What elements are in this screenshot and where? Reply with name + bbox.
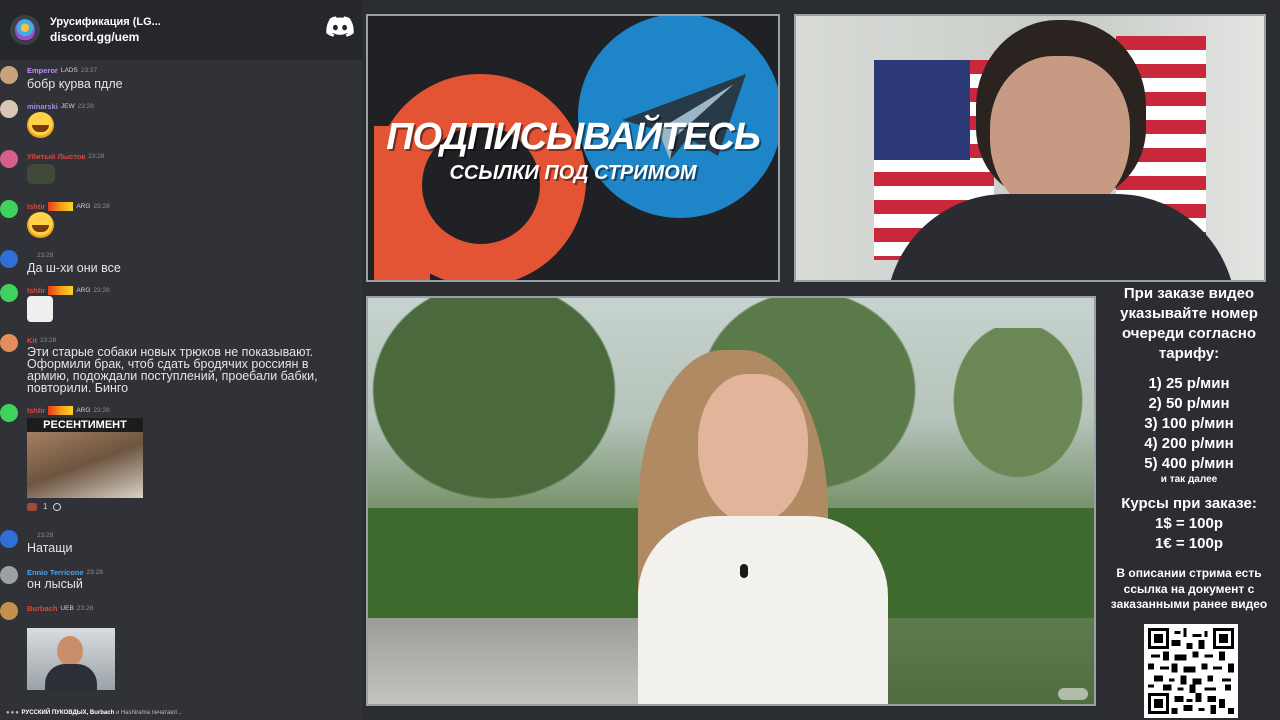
timestamp: 23:28 [40,337,57,344]
subscribe-banner: ПОДПИСЫВАЙТЕСЬ ССЫЛКИ ПОД СТРИМОМ [366,14,780,282]
username[interactable]: Убитый Лысток [27,152,85,161]
watermark-logo [1058,688,1088,700]
flame-badge [48,406,74,415]
message-text: он лысый [27,577,83,591]
timestamp: 23:28 [93,203,110,210]
avatar[interactable] [0,284,18,302]
discord-chat-panel: Урусификация (LG... discord.gg/uem Emper… [0,0,362,720]
role-badge: JEW [60,103,75,110]
timestamp: 23:28 [86,569,103,576]
role-badge: ARG [76,287,91,294]
reaction-count: 1 [43,502,48,511]
username[interactable]: Emperor [27,66,58,75]
username[interactable]: Ishtir [27,406,45,415]
message-text: бобр курва пдле [27,77,123,91]
username[interactable]: Ennio Terricone [27,568,84,577]
timestamp: 23:28 [76,605,94,612]
avatar[interactable] [0,100,18,118]
lapel-microphone [740,564,748,578]
price-item: 4) 200 р/мин [1144,435,1234,452]
avatar[interactable] [0,250,18,268]
cat-sticker [27,296,53,322]
order-instructions: При заказе видео указывайте номер очеред… [1120,285,1258,362]
exchange-rates: Курсы при заказе: 1$ = 100р 1€ = 100р [1098,494,1280,554]
reactions[interactable]: 1 [27,502,62,511]
username[interactable]: Ishtir [27,286,45,295]
username[interactable]: minarski [27,102,58,111]
timestamp: 23:28 [93,407,110,414]
typing-users: РУССКИЙ ПУКОВДЫХ, Burbach [21,710,115,716]
avatar[interactable] [0,602,18,620]
qr-code-icon [1148,628,1234,714]
role-badge: UEB [60,605,74,612]
webcam-photo[interactable] [27,628,115,690]
typing-rest: и Hashirama печатают... [114,710,182,716]
order-info-panel: При заказе видео указывайте номер очеред… [1098,284,1280,613]
message-text: Да ш-хи они все [27,261,121,275]
server-invite[interactable]: discord.gg/uem [50,30,161,44]
username[interactable]: Ishtir [27,202,45,211]
avatar[interactable] [0,404,18,422]
price-item: 5) 400 р/мин [1144,455,1234,472]
path [368,618,668,704]
reaction-icon [27,502,37,511]
username[interactable]: Burbach [27,604,57,613]
description-note: В описании стрима есть ссылка на докумен… [1110,566,1268,611]
stream-layout: Урусификация (LG... discord.gg/uem Emper… [0,0,1280,720]
qr-code [1144,624,1238,718]
avatar[interactable] [0,530,18,548]
timestamp: 23:28 [37,532,54,539]
streamer-webcam [794,14,1266,282]
role-badge: LADS [60,67,78,74]
price-etc: и так далее [1160,474,1218,485]
message-text: Натащи [27,541,73,555]
laughing-emoji-icon [27,112,54,138]
avatar[interactable] [0,334,18,352]
price-list: 1) 25 р/мин 2) 50 р/мин 3) 100 р/мин 4) … [1098,374,1280,474]
timestamp: 23:28 [37,252,54,259]
rate-item: 1$ = 100р [1155,515,1223,532]
server-name: Урусификация (LG... [50,16,161,28]
woman-face [698,374,808,524]
avatar[interactable] [0,66,18,84]
timestamp: 23:28 [88,153,105,160]
flame-badge [48,286,74,295]
streamer-face [990,56,1130,216]
add-reaction-icon[interactable] [53,502,62,511]
avatar[interactable] [0,566,18,584]
price-item: 3) 100 р/мин [1144,415,1234,432]
discord-logo-icon [326,16,354,37]
price-item: 1) 25 р/мин [1148,375,1230,392]
main-video[interactable] [366,296,1096,706]
avatar[interactable] [0,150,18,168]
timestamp: 23:28 [93,287,110,294]
typing-indicator: ●●● РУССКИЙ ПУКОВДЫХ, Burbach и Hashiram… [6,710,182,716]
role-badge: ARG [76,203,91,210]
price-item: 2) 50 р/мин [1148,395,1230,412]
woman-cardigan [638,516,888,704]
role-badge: ARG [76,407,91,414]
meme-image[interactable]: РЕСЕНТИМЕНТ [27,418,143,498]
frog-sticker [27,164,55,184]
laughing-emoji-icon [27,212,54,238]
rate-item: 1€ = 100р [1155,535,1223,552]
banner-title: ПОДПИСЫВАЙТЕСЬ [386,116,761,158]
timestamp: 23:28 [77,103,94,110]
flame-badge [48,202,74,211]
timestamp: 23:27 [80,67,98,74]
rates-title: Курсы при заказе: [1121,495,1257,512]
banner-subtitle: ССЫЛКИ ПОД СТРИМОМ [449,162,697,184]
message-text: Эти старые собаки новых трюков не показы… [27,345,318,395]
meme-caption: РЕСЕНТИМЕНТ [27,418,143,432]
avatar[interactable] [0,200,18,218]
server-header[interactable]: Урусификация (LG... discord.gg/uem [0,0,362,60]
username[interactable]: Kit [27,336,37,345]
server-icon [10,15,40,45]
